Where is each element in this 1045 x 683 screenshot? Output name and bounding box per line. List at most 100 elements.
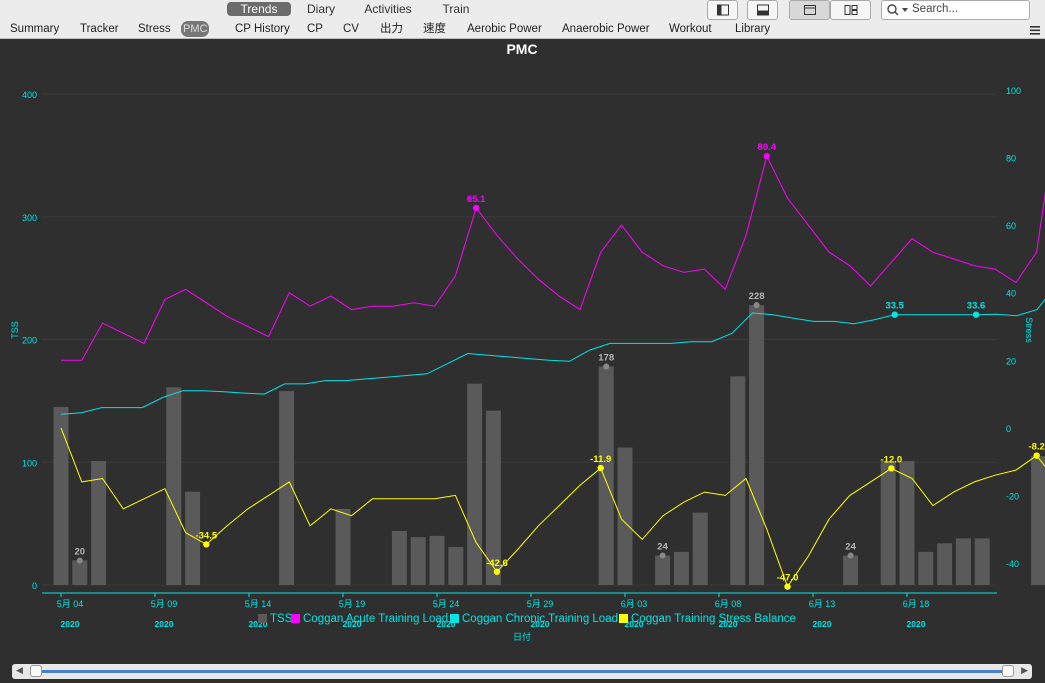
y-right-tick-label: 0 xyxy=(1006,424,1011,434)
tsb-point xyxy=(493,568,501,575)
tss-bar xyxy=(955,538,971,585)
chart-tabs: Summary Tracker Stress PMC CP History CP… xyxy=(0,21,1040,37)
tsb-point xyxy=(888,465,895,472)
x-tick-label: 5月 19 xyxy=(339,599,366,609)
tsb-data-label: -11.9 xyxy=(590,454,611,465)
x-tick-label: 6月 18 xyxy=(903,599,930,609)
date-range-scrollbar[interactable]: ◀ ▶ xyxy=(12,664,1032,679)
legend-label: Coggan Training Stress Balance xyxy=(631,613,796,625)
atl-data-label: 80.4 xyxy=(758,142,777,153)
tile-view-button[interactable] xyxy=(830,0,871,20)
tss-bar xyxy=(617,447,633,585)
tab-library[interactable]: Library xyxy=(735,21,770,37)
x-tick-year-label: 2020 xyxy=(907,619,926,629)
tss-bar xyxy=(391,530,407,585)
toolbar: Trends Diary Activities Train Search... … xyxy=(0,0,1045,39)
y-right-tick-label: 60 xyxy=(1006,221,1016,231)
tss-bar xyxy=(918,551,934,585)
x-tick-label: 6月 08 xyxy=(715,599,742,609)
tab-speed[interactable]: 速度 xyxy=(423,21,446,37)
tab-cv[interactable]: CV xyxy=(343,21,359,37)
tss-data-label: 24 xyxy=(657,542,668,553)
tss-point xyxy=(603,363,610,370)
chart-title: PMC xyxy=(506,41,537,57)
tab-anaerobic-power[interactable]: Anaerobic Power xyxy=(562,21,650,37)
tab-stress[interactable]: Stress xyxy=(138,21,171,37)
tss-data-label: 178 xyxy=(598,353,614,364)
tab-trends[interactable]: Trends xyxy=(227,2,291,16)
x-tick-label: 5月 14 xyxy=(245,599,272,609)
tss-data-label: 24 xyxy=(845,542,856,553)
sidebar-toggle-button[interactable] xyxy=(707,0,738,20)
range-start-handle[interactable] xyxy=(30,665,42,677)
search-placeholder: Search... xyxy=(912,3,959,15)
tsb-data-label: -12.0 xyxy=(881,454,903,465)
tss-bar xyxy=(937,543,953,585)
tss-data-label: 20 xyxy=(75,546,86,557)
x-tick-label: 5月 29 xyxy=(527,599,554,609)
sidebar-icon xyxy=(716,4,729,16)
y-left-axis-label: TSS xyxy=(10,321,20,339)
x-tick-label: 6月 03 xyxy=(621,599,648,609)
scroll-right-icon[interactable]: ▶ xyxy=(1021,665,1028,676)
tss-bar xyxy=(429,535,445,585)
tab-cp-history[interactable]: CP History xyxy=(235,21,290,37)
tss-data-label: 228 xyxy=(749,291,765,302)
tab-power[interactable]: 出力 xyxy=(380,21,403,37)
tab-tracker[interactable]: Tracker xyxy=(80,21,119,37)
tss-point xyxy=(847,552,854,559)
tab-train[interactable]: Train xyxy=(428,2,484,16)
tss-bar xyxy=(692,512,708,585)
tsb-line xyxy=(60,427,1045,588)
tsb-data-label: -42.6 xyxy=(486,558,508,569)
bottom-panel-icon xyxy=(756,4,769,16)
bottom-panel-toggle-button[interactable] xyxy=(747,0,778,20)
tsb-data-label: -8.2 xyxy=(1028,442,1044,453)
tss-bar xyxy=(749,305,765,585)
tss-bar xyxy=(655,555,671,585)
tab-workout[interactable]: Workout xyxy=(669,21,712,37)
tss-bar xyxy=(880,461,896,585)
tab-cp[interactable]: CP xyxy=(307,21,323,37)
tss-bar xyxy=(899,461,915,585)
scroll-track xyxy=(36,670,1008,673)
tab-pmc[interactable]: PMC xyxy=(181,21,210,37)
y-left-tick-label: 0 xyxy=(32,581,37,591)
search-input[interactable]: Search... xyxy=(881,0,1030,20)
atl-point xyxy=(763,153,770,160)
y-left-tick-label: 300 xyxy=(22,213,37,223)
single-view-button[interactable] xyxy=(789,0,830,20)
y-left-tick-label: 400 xyxy=(22,90,37,100)
y-right-tick-label: -20 xyxy=(1006,491,1019,501)
tss-bar xyxy=(467,383,483,585)
legend-swatch xyxy=(619,614,628,623)
range-end-handle[interactable] xyxy=(1002,665,1014,677)
tss-bar xyxy=(974,538,990,585)
y-right-tick-label: 20 xyxy=(1006,356,1016,366)
ctl-point xyxy=(891,311,898,318)
tsb-point xyxy=(203,541,210,548)
tss-bar xyxy=(1031,456,1045,585)
tsb-point xyxy=(784,583,791,590)
tss-bar xyxy=(166,387,182,585)
x-tick-label: 5月 24 xyxy=(433,599,460,609)
x-tick-label: 6月 13 xyxy=(809,599,836,609)
atl-data-label: 65.1 xyxy=(467,194,486,205)
tab-diary[interactable]: Diary xyxy=(293,2,349,16)
scroll-left-icon[interactable]: ◀ xyxy=(16,665,23,676)
tab-aerobic-power[interactable]: Aerobic Power xyxy=(467,21,542,37)
menu-icon[interactable] xyxy=(1030,26,1040,35)
tss-bar xyxy=(72,560,88,585)
tss-bar xyxy=(598,366,614,585)
pmc-chart: PMC 0 100 200 300 400 -40 -20 0 20 40 60 80 100 TSS Str… xyxy=(10,41,1045,642)
atl-point xyxy=(472,204,480,212)
tss-bar xyxy=(335,508,351,585)
tss-bar xyxy=(843,555,859,585)
y-right-tick-label: 40 xyxy=(1006,289,1016,299)
ctl-data-label: 33.6 xyxy=(967,301,986,312)
tab-summary[interactable]: Summary xyxy=(10,21,59,37)
tss-point xyxy=(76,557,83,564)
tab-activities[interactable]: Activities xyxy=(352,2,424,16)
tss-point xyxy=(753,302,760,309)
y-left-tick-label: 200 xyxy=(22,336,37,346)
